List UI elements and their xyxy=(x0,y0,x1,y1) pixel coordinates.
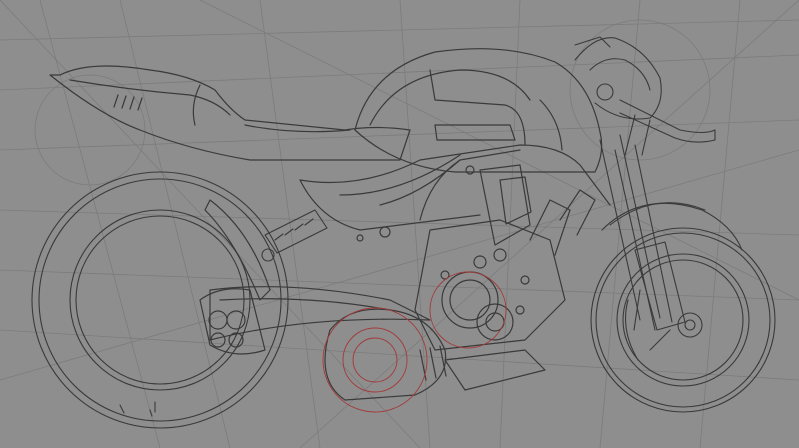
handlebar xyxy=(619,99,716,156)
clutch-cover xyxy=(324,308,546,401)
front-wheel xyxy=(590,227,776,413)
headlight xyxy=(574,36,662,120)
sketch-canvas xyxy=(0,0,799,448)
rear-wheel xyxy=(31,171,289,429)
motorcycle-sketch xyxy=(0,0,799,448)
